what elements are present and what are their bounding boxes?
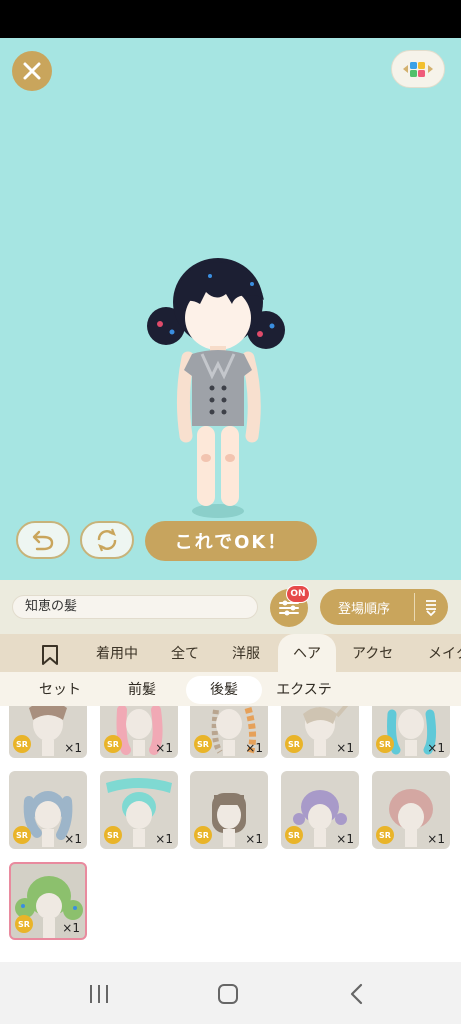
palette-button[interactable] [391,50,445,88]
category-tabs: 着用中 全て 洋服 ヘア アクセ メイク [0,634,461,672]
tab-hair[interactable]: ヘア [278,634,336,672]
hair-item[interactable]: SR ×1 [190,706,268,758]
rarity-badge: SR [376,826,394,844]
rarity-badge: SR [376,735,394,753]
hair-item[interactable]: SR ×1 [9,706,87,758]
tab-clothes[interactable]: 洋服 [232,634,260,672]
hair-item[interactable]: SR ×1 [372,771,450,849]
hair-item[interactable]: SR ×1 [372,706,450,758]
tab-accessories[interactable]: アクセ [352,634,393,672]
avatar-character [147,258,285,518]
bookmark-icon[interactable] [40,644,60,666]
rarity-badge: SR [13,735,31,753]
filter-on-badge: ON [286,585,310,603]
tab-all[interactable]: 全て [171,634,199,672]
preview-stage: これでOK！ [0,38,461,580]
item-count: ×1 [64,741,82,755]
rarity-badge: SR [194,735,212,753]
rarity-badge: SR [285,735,303,753]
hair-item[interactable]: SR ×1 [190,771,268,849]
sort-order-label: 登場順序 [338,602,391,617]
hair-item[interactable]: SR ×1 [100,771,178,849]
confirm-ok-button[interactable]: これでOK！ [145,521,317,561]
undo-icon [32,530,54,551]
rarity-badge: SR [15,915,33,933]
subtab-set[interactable]: セット [22,676,98,704]
item-count: ×1 [336,741,354,755]
status-bar [0,0,461,38]
item-count: ×1 [427,741,445,755]
subtab-back-hair[interactable]: 後髪 [186,676,262,704]
back-button[interactable] [342,980,372,1008]
rotate-icon [97,528,117,552]
hair-item[interactable]: SR ×1 [281,771,359,849]
item-count: ×1 [245,832,263,846]
sort-order-button[interactable]: 登場順序 [320,589,448,625]
close-button[interactable] [12,51,52,91]
search-bar: 知恵の髪 ON 登場順序 [0,580,461,634]
rarity-badge: SR [285,826,303,844]
color-palette-icon [403,62,433,77]
hair-item[interactable]: SR ×1 [9,771,87,849]
recent-apps-button[interactable] [84,980,114,1008]
item-count: ×1 [155,741,173,755]
close-icon [23,62,41,80]
hair-item[interactable]: SR ×1 [281,706,359,758]
subtab-front-hair[interactable]: 前髪 [112,676,172,704]
back-icon [350,983,363,1005]
rarity-badge: SR [194,826,212,844]
item-count: ×1 [336,832,354,846]
hair-item-selected[interactable]: SR ×1 [9,862,87,940]
rotate-button[interactable] [80,521,134,559]
recent-apps-icon [90,985,108,1003]
sort-divider [414,593,415,621]
subtab-extensions[interactable]: エクステ [268,676,340,704]
hair-item[interactable]: SR ×1 [100,706,178,758]
item-count: ×1 [245,741,263,755]
item-grid: SR ×1 SR ×1 SR ×1 SR ×1 SR ×1 SR ×1 SR ×… [0,706,461,962]
tab-wearing[interactable]: 着用中 [96,634,138,672]
item-count: ×1 [427,832,445,846]
item-count: ×1 [62,921,80,935]
home-icon [218,984,238,1004]
rarity-badge: SR [104,735,122,753]
sort-direction-icon[interactable] [424,599,438,617]
item-count: ×1 [155,832,173,846]
rarity-badge: SR [104,826,122,844]
item-count: ×1 [64,832,82,846]
home-button[interactable] [213,980,243,1008]
tab-makeup[interactable]: メイク [428,634,461,672]
rarity-badge: SR [13,826,31,844]
item-name-field[interactable]: 知恵の髪 [12,595,258,619]
undo-button[interactable] [16,521,70,559]
hair-subtabs: セット 前髪 後髪 エクステ [0,672,461,706]
system-nav-bar [0,962,461,1024]
